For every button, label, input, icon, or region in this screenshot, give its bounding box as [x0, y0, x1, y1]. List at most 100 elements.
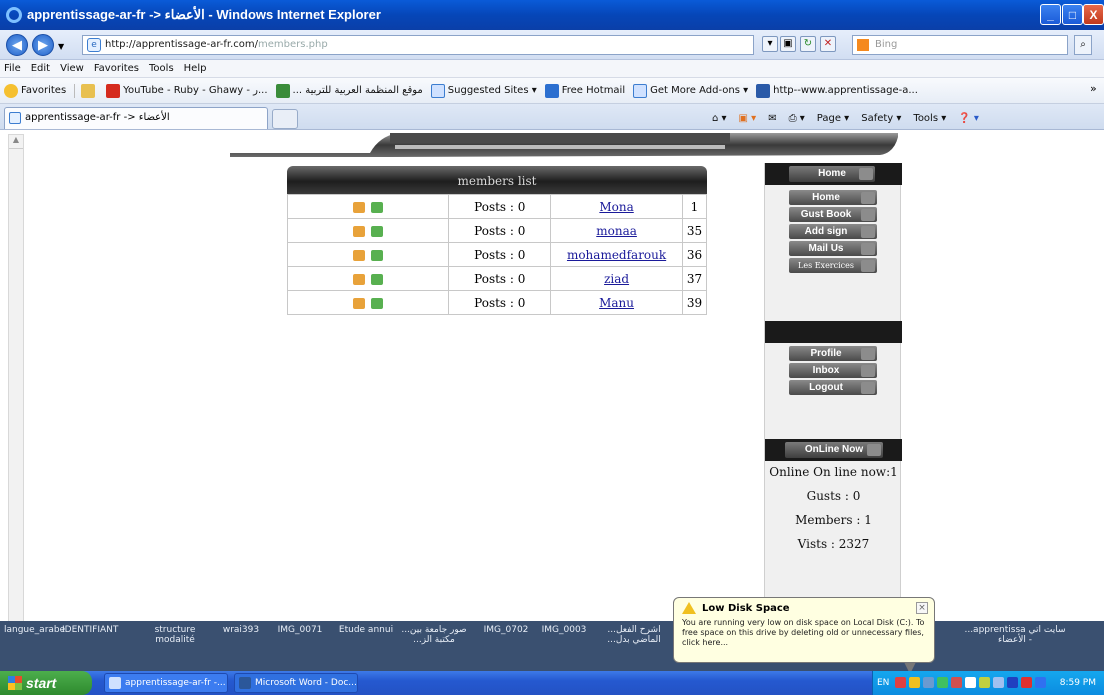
favorite-link-apprentissage[interactable]: http--www.apprentissage-a... [756, 83, 918, 98]
favorite-link-hotmail[interactable]: Free Hotmail [544, 83, 625, 98]
bluetooth-icon[interactable] [1007, 677, 1018, 688]
compatibility-view-icon[interactable]: ▣ [780, 36, 796, 52]
desktop-icon[interactable]: wrai393 [216, 625, 266, 635]
desktop-icon[interactable]: ...apprentissa سايت اتي الأعضاء - [940, 625, 1090, 645]
homepage-icon[interactable] [353, 201, 366, 213]
address-dropdown-icon[interactable]: ▾ [762, 36, 778, 52]
menu-view[interactable]: View [60, 63, 84, 74]
member-name-link[interactable]: monaa [596, 224, 637, 238]
favorite-link-addons[interactable]: Get More Add-ons ▾ [633, 83, 748, 98]
desktop-icon[interactable]: langue_arabe [4, 625, 65, 635]
minimize-button[interactable]: _ [1040, 4, 1061, 25]
email-icon[interactable] [371, 201, 384, 213]
tray-app-icon[interactable] [965, 677, 976, 688]
member-name-link[interactable]: ziad [604, 272, 629, 286]
read-mail-icon[interactable]: ✉ [768, 113, 776, 124]
tab-active[interactable]: apprentissage-ar-fr -> الأعضاء [4, 107, 268, 129]
member-actions-cell [286, 242, 450, 267]
homepage-icon[interactable] [353, 225, 366, 237]
nav-exercises-button[interactable]: Les Exercices [789, 258, 877, 273]
nav-add-sign-button[interactable]: Add sign [789, 224, 877, 239]
balloon-message[interactable]: You are running very low on disk space o… [682, 618, 926, 648]
menu-edit[interactable]: Edit [31, 63, 50, 74]
favorites-overflow-button[interactable]: » [1090, 82, 1097, 95]
favorite-link-suggested-sites[interactable]: Suggested Sites ▾ [430, 83, 537, 98]
stop-icon[interactable]: ✕ [820, 36, 836, 52]
member-posts: Posts : 0 [448, 242, 552, 267]
vertical-scrollbar[interactable]: ▲ [8, 134, 24, 634]
scroll-up-icon[interactable]: ▲ [9, 135, 23, 149]
menu-help[interactable]: Help [184, 63, 207, 74]
logout-button[interactable]: Logout [789, 380, 877, 395]
add-favorite-icon[interactable] [74, 83, 98, 98]
favorite-link-alecso[interactable]: ... موقع المنظمة العربية للتربية [275, 83, 423, 98]
refresh-icon[interactable]: ↻ [800, 36, 816, 52]
menu-file[interactable]: File [4, 63, 21, 74]
tray-network-icon[interactable] [923, 677, 934, 688]
desktop-icon[interactable]: Etude annui [336, 625, 396, 635]
desktop-icon[interactable]: structure modalité [140, 625, 210, 645]
help-icon[interactable]: ❓ ▾ [958, 113, 979, 124]
email-icon[interactable] [371, 225, 384, 237]
tray-app-icon[interactable] [979, 677, 990, 688]
tools-menu[interactable]: Tools ▾ [913, 113, 946, 124]
desktop-icon[interactable]: ...اشرح الفعل ...الماضي بدل [596, 625, 672, 645]
homepage-icon[interactable] [353, 249, 366, 261]
menu-favorites[interactable]: Favorites [94, 63, 139, 74]
tray-app-icon[interactable] [951, 677, 962, 688]
menu-tools[interactable]: Tools [149, 63, 174, 74]
safety-menu[interactable]: Safety ▾ [861, 113, 901, 124]
member-name-link[interactable]: Mona [599, 200, 633, 214]
member-name-cell: monaa [550, 218, 683, 243]
search-input[interactable]: Bing [852, 35, 1068, 55]
favorites-button[interactable]: Favorites [4, 83, 66, 98]
favorite-link-youtube[interactable]: YouTube - Ruby - Ghawy - ر... [106, 83, 268, 98]
online-now-header[interactable]: OnLine Now [785, 442, 883, 458]
print-icon[interactable]: ⎙ ▾ [789, 113, 805, 124]
profile-button[interactable]: Profile [789, 346, 877, 361]
desktop-icon[interactable]: IMG_0702 [478, 625, 534, 635]
desktop-icon[interactable]: ...صور جامعة بين ...مكتبة الز [398, 625, 470, 645]
homepage-icon[interactable] [353, 273, 366, 285]
recent-pages-dropdown-icon[interactable]: ▼ [58, 42, 64, 51]
taskbar-word-window[interactable]: Microsoft Word - Doc... [234, 673, 358, 693]
clock[interactable]: 8:59 PM [1060, 671, 1096, 695]
window-title-bar[interactable]: apprentissage-ar-fr -> الأعضاء - Windows… [0, 0, 1104, 30]
start-button[interactable]: start [0, 671, 92, 695]
desktop-icon[interactable]: IMG_0003 [536, 625, 592, 635]
tray-app-icon[interactable] [993, 677, 1004, 688]
home-header-button[interactable]: Home [789, 166, 875, 182]
tray-antivirus-icon[interactable] [1021, 677, 1032, 688]
desktop-icon[interactable]: IDENTIFIANT [62, 625, 118, 635]
home-icon[interactable]: ⌂ ▾ [712, 113, 727, 124]
tray-safely-remove-icon[interactable] [937, 677, 948, 688]
forward-button[interactable]: ▶ [32, 34, 54, 56]
taskbar-ie-window[interactable]: apprentissage-ar-fr -... [104, 673, 228, 693]
email-icon[interactable] [371, 249, 384, 261]
online-count: Online On line now:1 [769, 465, 898, 479]
member-name-link[interactable]: Manu [599, 296, 634, 310]
tray-shield-icon[interactable] [909, 677, 920, 688]
back-button[interactable]: ◀ [6, 34, 28, 56]
search-go-icon[interactable]: ⌕ [1074, 35, 1092, 55]
email-icon[interactable] [371, 273, 384, 285]
nav-home-button[interactable]: Home [789, 190, 877, 205]
low-disk-space-balloon[interactable]: Low Disk Space You are running very low … [673, 597, 935, 674]
new-tab-button[interactable] [272, 109, 298, 129]
inbox-button[interactable]: Inbox [789, 363, 877, 378]
maximize-button[interactable]: □ [1062, 4, 1083, 25]
nav-mail-us-button[interactable]: Mail Us [789, 241, 877, 256]
address-input[interactable]: e http://apprentissage-ar-fr.com/members… [82, 35, 754, 55]
nav-guestbook-button[interactable]: Gust Book [789, 207, 877, 222]
tray-app-icon[interactable] [1035, 677, 1046, 688]
page-menu[interactable]: Page ▾ [817, 113, 849, 124]
language-indicator[interactable]: EN [877, 671, 889, 695]
member-name-link[interactable]: mohamedfarouk [567, 248, 666, 262]
email-icon[interactable] [371, 297, 384, 309]
tray-app-icon[interactable] [895, 677, 906, 688]
close-button[interactable]: X [1083, 4, 1104, 25]
balloon-close-button[interactable]: × [916, 602, 928, 614]
feeds-icon[interactable]: ▣ ▾ [739, 113, 757, 124]
homepage-icon[interactable] [353, 297, 366, 309]
desktop-icon[interactable]: IMG_0071 [272, 625, 328, 635]
